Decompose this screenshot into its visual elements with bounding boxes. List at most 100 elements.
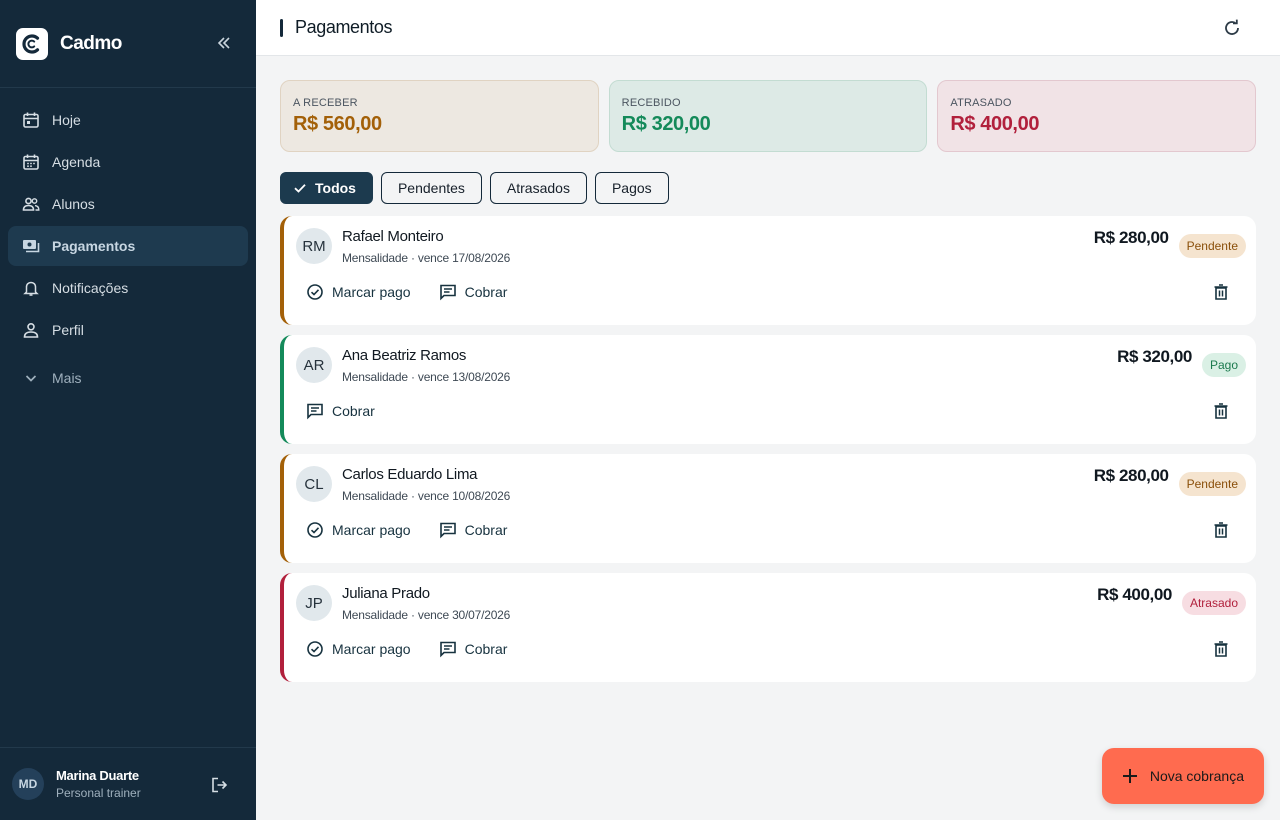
filter-pending-label: Pendentes [397, 180, 465, 196]
sidebar: Cadmo Hoje Agenda Alunos Pagamentos Noti… [0, 0, 256, 820]
user-name: Marina Duarte [56, 768, 139, 783]
student-name: Carlos Eduardo Lima [342, 466, 478, 483]
message-icon [439, 521, 457, 539]
check-circle-icon [306, 283, 324, 301]
payment-amount: R$ 280,00 [1093, 466, 1169, 485]
student-name: Ana Beatriz Ramos [342, 347, 467, 364]
message-icon [439, 640, 457, 658]
sidebar-item-label: Hoje [52, 112, 81, 128]
received-label: RECEBIDO [621, 97, 681, 109]
sidebar-item-perfil[interactable]: Perfil [8, 310, 248, 350]
mark-paid-button[interactable]: Marcar pago [306, 521, 411, 539]
mark-paid-label: Marcar pago [332, 522, 411, 538]
delete-icon[interactable] [1212, 283, 1230, 301]
list-item[interactable]: RM Rafael Monteiro Mensalidade · vence 1… [280, 216, 1256, 325]
sidebar-item-mais[interactable]: Mais [8, 358, 248, 398]
payment-summary: R$ 320,00 Pago [1117, 347, 1246, 377]
person-icon [22, 321, 40, 339]
charge-button[interactable]: Cobrar [439, 640, 507, 658]
sidebar-item-agenda[interactable]: Agenda [8, 142, 248, 182]
sidebar-item-label: Perfil [52, 322, 84, 338]
row-actions: Marcar pago Cobrar [306, 283, 507, 301]
app-logo[interactable] [16, 27, 48, 60]
sidebar-item-label: Pagamentos [52, 238, 136, 254]
summary-cards: A RECEBER R$ 560,00 RECEBIDO R$ 320,00 A… [280, 80, 1257, 152]
payment-summary: R$ 280,00 Pendente [1094, 228, 1246, 258]
delete-icon[interactable] [1212, 402, 1230, 420]
sidebar-item-notificacoes[interactable]: Notificações [8, 268, 248, 308]
filter-paid-chip[interactable]: Pagos [594, 172, 669, 204]
payment-summary: R$ 280,00 Pendente [1094, 466, 1246, 496]
app-name: Cadmo [60, 32, 122, 54]
payment-detail: Mensalidade · vence 10/08/2026 [342, 489, 511, 503]
payment-amount: R$ 320,00 [1117, 347, 1192, 366]
row-actions: Cobrar [306, 402, 375, 420]
user-panel: MD Marina Duarte Personal trainer [0, 747, 256, 820]
sidebar-item-label: Agenda [52, 154, 101, 170]
overdue-value: R$ 400,00 [950, 113, 1040, 135]
receivable-label: A RECEBER [293, 97, 358, 109]
receivable-card: A RECEBER R$ 560,00 [280, 80, 599, 152]
calendar-today-icon [22, 111, 40, 129]
charge-label: Cobrar [332, 403, 375, 419]
check-circle-icon [306, 521, 324, 539]
new-charge-label: Nova cobrança [1149, 768, 1244, 784]
check-icon [293, 181, 307, 195]
payments-list: RM Rafael Monteiro Mensalidade · vence 1… [280, 216, 1256, 692]
charge-button[interactable]: Cobrar [439, 283, 508, 301]
new-charge-button[interactable]: Nova cobrança [1101, 748, 1264, 804]
filter-overdue-label: Atrasados [506, 180, 570, 196]
overdue-label: ATRASADO [950, 97, 1012, 109]
sidebar-item-alunos[interactable]: Alunos [8, 184, 248, 224]
list-item[interactable]: JP Juliana Prado Mensalidade · vence 30/… [280, 573, 1256, 682]
student-name: Rafael Monteiro [342, 228, 444, 245]
received-card: RECEBIDO R$ 320,00 [608, 80, 928, 152]
charge-button[interactable]: Cobrar [306, 402, 375, 420]
plus-icon [1120, 766, 1140, 786]
mark-paid-button[interactable]: Marcar pago [306, 640, 411, 658]
filter-chips: Todos Pendentes Atrasados Pagos [280, 172, 669, 204]
sidebar-item-label: Mais [52, 370, 82, 386]
charge-label: Cobrar [464, 284, 508, 300]
mark-paid-label: Marcar pago [332, 284, 411, 300]
avatar: CL [296, 466, 332, 502]
sidebar-item-hoje[interactable]: Hoje [8, 100, 248, 140]
refresh-icon[interactable] [1222, 18, 1242, 38]
row-actions: Marcar pago Cobrar [306, 640, 507, 658]
charge-button[interactable]: Cobrar [439, 521, 508, 539]
mark-paid-button[interactable]: Marcar pago [306, 283, 411, 301]
filter-all-chip[interactable]: Todos [280, 172, 373, 204]
avatar: AR [296, 347, 332, 383]
payment-amount: R$ 280,00 [1093, 228, 1169, 247]
filter-pending-chip[interactable]: Pendentes [380, 172, 482, 204]
charge-label: Cobrar [464, 522, 508, 538]
status-badge: Atrasado [1181, 591, 1246, 615]
avatar: RM [296, 228, 332, 264]
payment-summary: R$ 400,00 Atrasado [1097, 585, 1246, 615]
bell-icon [22, 279, 40, 297]
logout-icon[interactable] [210, 776, 228, 794]
message-icon [439, 283, 457, 301]
check-circle-icon [306, 640, 324, 658]
message-icon [306, 402, 324, 420]
list-item[interactable]: CL Carlos Eduardo Lima Mensalidade · ven… [280, 454, 1256, 563]
chevron-down-icon [22, 369, 40, 387]
people-icon [22, 195, 40, 213]
calendar-month-icon [22, 153, 40, 171]
status-badge: Pendente [1178, 472, 1246, 496]
delete-icon[interactable] [1212, 521, 1230, 539]
status-badge: Pago [1201, 353, 1246, 377]
filter-overdue-chip[interactable]: Atrasados [489, 172, 587, 204]
status-badge: Pendente [1178, 234, 1246, 258]
payment-amount: R$ 400,00 [1097, 585, 1172, 604]
delete-icon[interactable] [1212, 640, 1230, 658]
list-item[interactable]: AR Ana Beatriz Ramos Mensalidade · vence… [280, 335, 1256, 444]
avatar[interactable]: MD [12, 768, 44, 800]
receivable-value: R$ 560,00 [293, 113, 382, 135]
sidebar-item-label: Alunos [52, 196, 95, 212]
page-title: Pagamentos [295, 17, 393, 37]
sidebar-item-pagamentos[interactable]: Pagamentos [8, 226, 248, 266]
overdue-card: ATRASADO R$ 400,00 [937, 80, 1257, 152]
filter-paid-label: Pagos [611, 180, 652, 196]
collapse-sidebar-icon[interactable] [214, 33, 234, 53]
